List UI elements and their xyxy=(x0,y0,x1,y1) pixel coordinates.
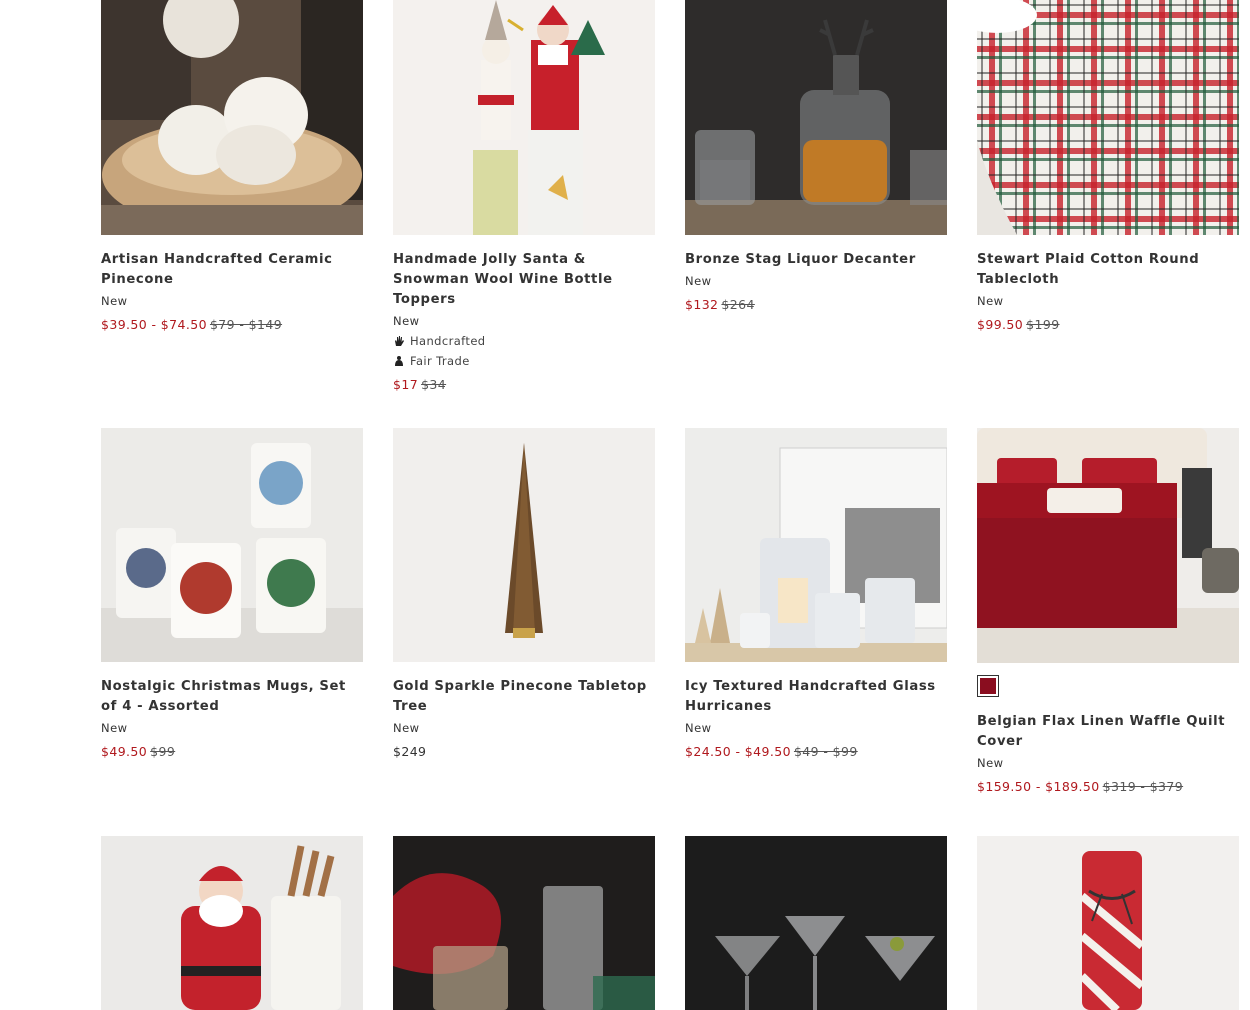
original-price: $99 xyxy=(150,744,176,759)
product-image[interactable] xyxy=(101,836,363,1010)
product-name[interactable]: Belgian Flax Linen Waffle Quilt Cover xyxy=(977,712,1239,752)
product-name[interactable]: Stewart Plaid Cotton Round Tablecloth xyxy=(977,250,1239,290)
product-card[interactable] xyxy=(685,836,947,1010)
wine-bottle-toppers-photo xyxy=(393,0,655,235)
original-price: $49 - $99 xyxy=(793,744,858,759)
product-card[interactable]: Gold Sparkle Pinecone Tabletop Tree New … xyxy=(393,428,655,762)
product-price: $159.50 - $189.50 $319 - $379 xyxy=(977,777,1239,797)
sale-price: $99.50 xyxy=(977,317,1024,332)
original-price: $79 - $149 xyxy=(209,317,283,332)
product-image[interactable] xyxy=(685,836,947,1010)
product-image[interactable] xyxy=(685,428,947,662)
sale-price: $49.50 xyxy=(101,744,148,759)
product-name[interactable]: Gold Sparkle Pinecone Tabletop Tree xyxy=(393,677,655,717)
handcrafted-tag: Handcrafted xyxy=(393,331,655,351)
ceramic-pinecone-photo xyxy=(101,0,363,235)
pinecone-tree-photo xyxy=(393,428,655,662)
swatch-fill xyxy=(980,678,996,694)
product-price: $17 $34 xyxy=(393,375,655,395)
product-card[interactable]: Icy Textured Handcrafted Glass Hurricane… xyxy=(685,428,947,762)
product-price: $249 xyxy=(393,742,655,762)
martini-glasses-photo xyxy=(685,836,947,1010)
santa-jar-photo xyxy=(101,836,363,1010)
product-image[interactable] xyxy=(977,836,1239,1010)
new-badge: New xyxy=(977,756,1004,770)
regular-price: $249 xyxy=(393,744,427,759)
sale-price: $39.50 - $74.50 xyxy=(101,317,207,332)
product-image[interactable] xyxy=(101,0,363,235)
color-swatch-red[interactable] xyxy=(977,675,999,697)
handcrafted-label: Handcrafted xyxy=(410,334,486,348)
new-badge: New xyxy=(685,274,712,288)
product-image[interactable] xyxy=(393,836,655,1010)
product-card[interactable]: Artisan Handcrafted Ceramic Pinecone New… xyxy=(101,0,363,335)
sale-price: $159.50 - $189.50 xyxy=(977,779,1100,794)
fair-trade-label: Fair Trade xyxy=(410,354,470,368)
product-price: $39.50 - $74.50 $79 - $149 xyxy=(101,315,363,335)
sale-price: $132 xyxy=(685,297,719,312)
product-card[interactable]: Stewart Plaid Cotton Round Tablecloth Ne… xyxy=(977,0,1239,335)
original-price: $264 xyxy=(721,297,755,312)
product-price: $132 $264 xyxy=(685,295,947,315)
product-price: $49.50 $99 xyxy=(101,742,363,762)
product-price: $99.50 $199 xyxy=(977,315,1239,335)
product-card[interactable]: Nostalgic Christmas Mugs, Set of 4 - Ass… xyxy=(101,428,363,762)
hand-icon xyxy=(395,336,404,346)
sale-price: $24.50 - $49.50 xyxy=(685,744,791,759)
product-image[interactable] xyxy=(393,428,655,662)
product-price: $24.50 - $49.50 $49 - $99 xyxy=(685,742,947,762)
product-name[interactable]: Bronze Stag Liquor Decanter xyxy=(685,250,947,270)
product-image[interactable] xyxy=(101,428,363,662)
fair-trade-tag: Fair Trade xyxy=(393,351,655,371)
product-name[interactable]: Handmade Jolly Santa & Snowman Wool Wine… xyxy=(393,250,655,310)
quilt-cover-bed-photo xyxy=(977,428,1239,663)
new-badge: New xyxy=(685,721,712,735)
product-image[interactable] xyxy=(685,0,947,235)
plaid-tablecloth-photo xyxy=(977,0,1239,235)
original-price: $199 xyxy=(1026,317,1060,332)
product-card[interactable] xyxy=(393,836,655,1010)
product-card[interactable] xyxy=(977,836,1239,1010)
product-name[interactable]: Nostalgic Christmas Mugs, Set of 4 - Ass… xyxy=(101,677,363,717)
product-image[interactable] xyxy=(977,428,1239,663)
product-image[interactable] xyxy=(977,0,1239,235)
glassware-photo xyxy=(393,836,655,1010)
original-price: $319 - $379 xyxy=(1102,779,1184,794)
new-badge: New xyxy=(101,721,128,735)
wine-bag-photo xyxy=(977,836,1239,1010)
new-badge: New xyxy=(977,294,1004,308)
product-card[interactable]: Belgian Flax Linen Waffle Quilt Cover Ne… xyxy=(977,428,1239,797)
product-name[interactable]: Artisan Handcrafted Ceramic Pinecone xyxy=(101,250,363,290)
product-name[interactable]: Icy Textured Handcrafted Glass Hurricane… xyxy=(685,677,947,717)
original-price: $34 xyxy=(421,377,447,392)
fair-trade-icon xyxy=(395,356,403,366)
christmas-mugs-photo xyxy=(101,428,363,662)
product-card[interactable] xyxy=(101,836,363,1010)
sale-price: $17 xyxy=(393,377,419,392)
new-badge: New xyxy=(393,721,420,735)
new-badge: New xyxy=(101,294,128,308)
product-image[interactable] xyxy=(393,0,655,235)
product-card[interactable]: Handmade Jolly Santa & Snowman Wool Wine… xyxy=(393,0,655,395)
product-card[interactable]: Bronze Stag Liquor Decanter New $132 $264 xyxy=(685,0,947,315)
stag-decanter-photo xyxy=(685,0,947,235)
glass-hurricanes-photo xyxy=(685,428,947,662)
new-badge: New xyxy=(393,314,420,328)
